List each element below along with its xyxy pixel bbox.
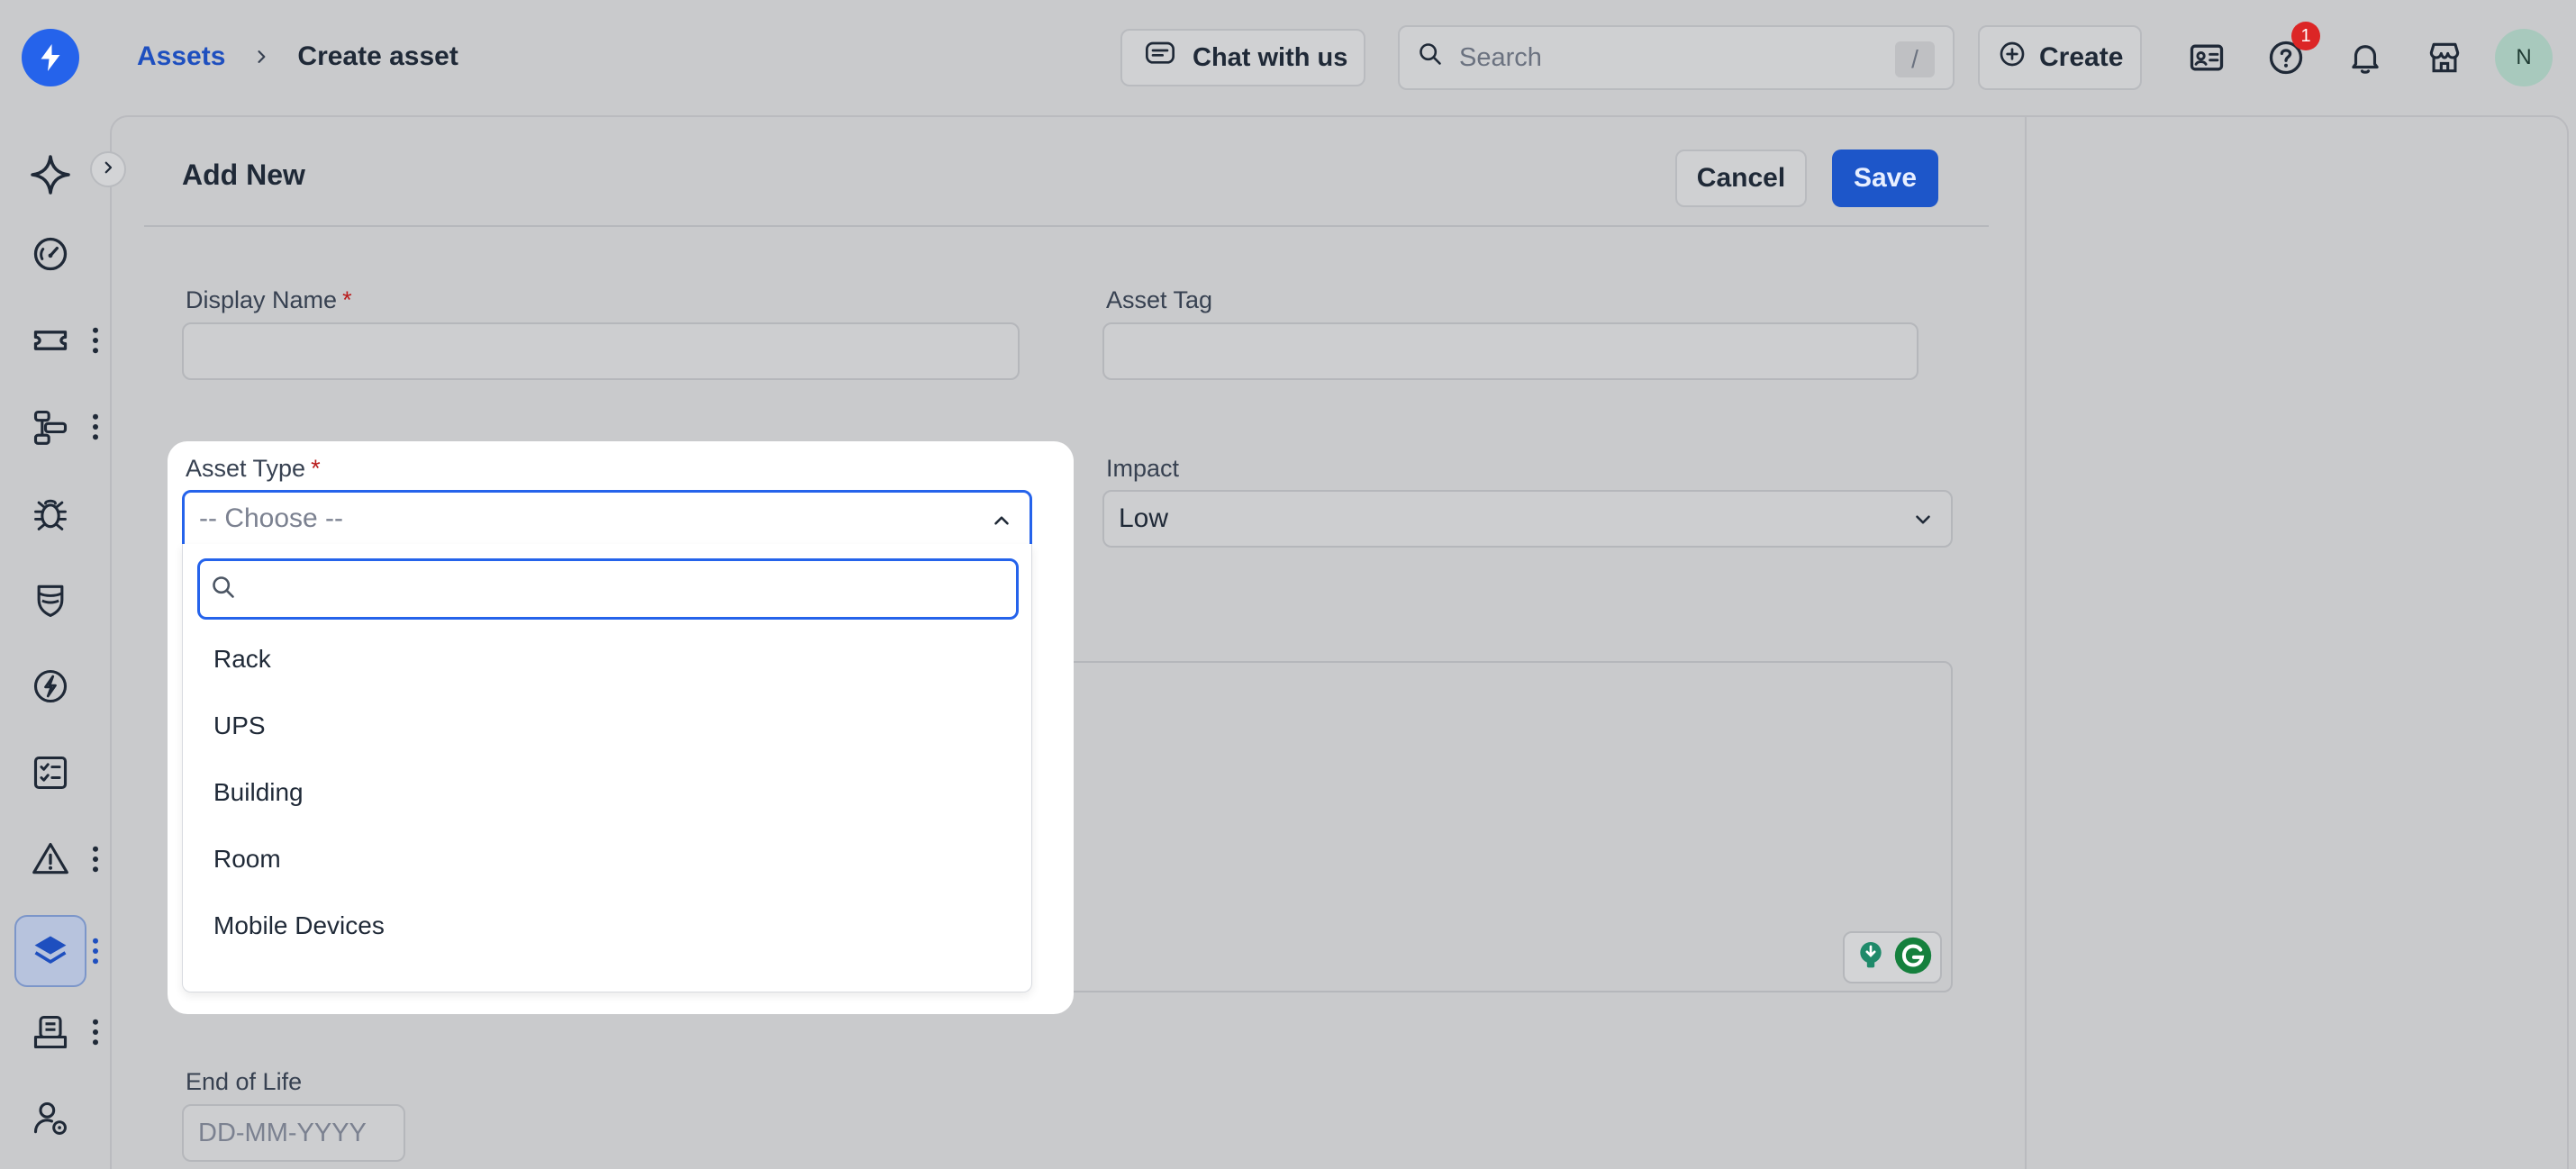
asset-type-select[interactable]: -- Choose -- bbox=[182, 490, 1032, 548]
dropdown-search-box[interactable] bbox=[197, 558, 1019, 620]
bug-icon[interactable] bbox=[14, 477, 86, 549]
expand-sidebar-button[interactable] bbox=[90, 151, 126, 187]
help-notification-badge: 1 bbox=[2291, 22, 2320, 50]
cancel-button[interactable]: Cancel bbox=[1675, 150, 1807, 207]
display-name-input[interactable] bbox=[182, 322, 1020, 380]
chevron-right-icon bbox=[100, 159, 116, 180]
more-options-icon[interactable] bbox=[86, 841, 104, 877]
end-of-life-date-input[interactable]: DD-MM-YYYY bbox=[182, 1104, 405, 1162]
contact-card-icon[interactable] bbox=[2185, 36, 2228, 79]
layers-icon[interactable] bbox=[14, 915, 86, 987]
end-of-life-placeholder: DD-MM-YYYY bbox=[198, 1118, 367, 1147]
impact-value: Low bbox=[1119, 503, 1169, 533]
chevron-up-icon bbox=[990, 509, 1013, 539]
sparkle-icon[interactable] bbox=[14, 139, 86, 211]
plus-circle-icon bbox=[1998, 40, 2027, 76]
top-bar: Assets Create asset Chat with us Search … bbox=[0, 0, 2576, 115]
checklist-icon[interactable] bbox=[14, 737, 86, 809]
gauge-icon[interactable] bbox=[14, 218, 86, 290]
description-editor[interactable] bbox=[991, 661, 1953, 992]
create-label: Create bbox=[2039, 42, 2124, 72]
lightning-logo-icon[interactable] bbox=[22, 29, 79, 86]
chat-with-us-button[interactable]: Chat with us bbox=[1120, 29, 1365, 86]
dropdown-option-rack[interactable]: Rack bbox=[213, 645, 271, 674]
asset-tag-label: Asset Tag bbox=[1106, 286, 1213, 313]
dropdown-option-ups[interactable]: UPS bbox=[213, 711, 266, 740]
writing-assistant-tools bbox=[1843, 931, 1942, 983]
user-avatar[interactable]: N bbox=[2495, 29, 2553, 86]
breadcrumb-assets-link[interactable]: Assets bbox=[137, 41, 225, 72]
asset-type-dropdown: Rack UPS Building Room Mobile Devices bbox=[182, 544, 1032, 992]
search-placeholder: Search bbox=[1459, 42, 1542, 72]
global-search-input[interactable]: Search / bbox=[1398, 25, 1955, 90]
save-button[interactable]: Save bbox=[1832, 150, 1938, 207]
search-icon bbox=[1418, 41, 1443, 74]
more-options-icon[interactable] bbox=[86, 933, 104, 969]
end-of-life-label: End of Life bbox=[186, 1068, 303, 1095]
user-settings-icon[interactable] bbox=[14, 1083, 86, 1155]
grammarly-icon[interactable] bbox=[1893, 936, 1933, 980]
chevron-right-icon bbox=[252, 48, 270, 66]
search-icon bbox=[211, 575, 236, 604]
chat-label: Chat with us bbox=[1193, 42, 1348, 72]
dropdown-option-mobile-devices[interactable]: Mobile Devices bbox=[213, 911, 385, 940]
app-root: Assets Create asset Chat with us Search … bbox=[0, 0, 2576, 1169]
more-options-icon[interactable] bbox=[86, 1014, 104, 1050]
display-name-label: Display Name * bbox=[186, 286, 352, 314]
display-name-label-text: Display Name bbox=[186, 286, 338, 313]
dropdown-option-building[interactable]: Building bbox=[213, 778, 304, 807]
shield-icon[interactable] bbox=[14, 564, 86, 636]
inbox-icon[interactable] bbox=[14, 996, 86, 1068]
header-divider bbox=[144, 225, 1989, 227]
chat-icon bbox=[1144, 40, 1176, 76]
chevron-down-icon bbox=[1911, 508, 1935, 539]
workflow-icon[interactable] bbox=[14, 391, 86, 463]
create-button[interactable]: Create bbox=[1978, 25, 2142, 90]
alert-icon[interactable] bbox=[14, 823, 86, 895]
dropdown-search-input[interactable] bbox=[245, 575, 984, 603]
asset-type-label: Asset Type * bbox=[186, 455, 321, 483]
required-mark: * bbox=[342, 286, 352, 313]
right-panel-divider bbox=[2025, 115, 2027, 1169]
asset-type-label-text: Asset Type bbox=[186, 455, 306, 482]
impact-select[interactable]: Low bbox=[1102, 490, 1953, 548]
dropdown-option-room[interactable]: Room bbox=[213, 845, 281, 874]
ticket-icon[interactable] bbox=[14, 304, 86, 376]
breadcrumb-current: Create asset bbox=[297, 41, 458, 71]
page-title: Add New bbox=[182, 159, 305, 191]
change-icon[interactable] bbox=[14, 650, 86, 722]
store-icon[interactable] bbox=[2423, 36, 2466, 79]
asset-tag-input[interactable] bbox=[1102, 322, 1918, 380]
lightbulb-icon[interactable] bbox=[1853, 938, 1889, 978]
impact-label: Impact bbox=[1106, 455, 1180, 482]
more-options-icon[interactable] bbox=[86, 322, 104, 358]
asset-type-placeholder: -- Choose -- bbox=[199, 503, 344, 533]
required-mark: * bbox=[311, 455, 321, 482]
more-options-icon[interactable] bbox=[86, 409, 104, 445]
breadcrumb: Assets Create asset bbox=[137, 41, 458, 72]
bell-icon[interactable] bbox=[2344, 36, 2387, 79]
search-shortcut-key: / bbox=[1895, 41, 1935, 77]
left-navigation bbox=[0, 115, 108, 1169]
